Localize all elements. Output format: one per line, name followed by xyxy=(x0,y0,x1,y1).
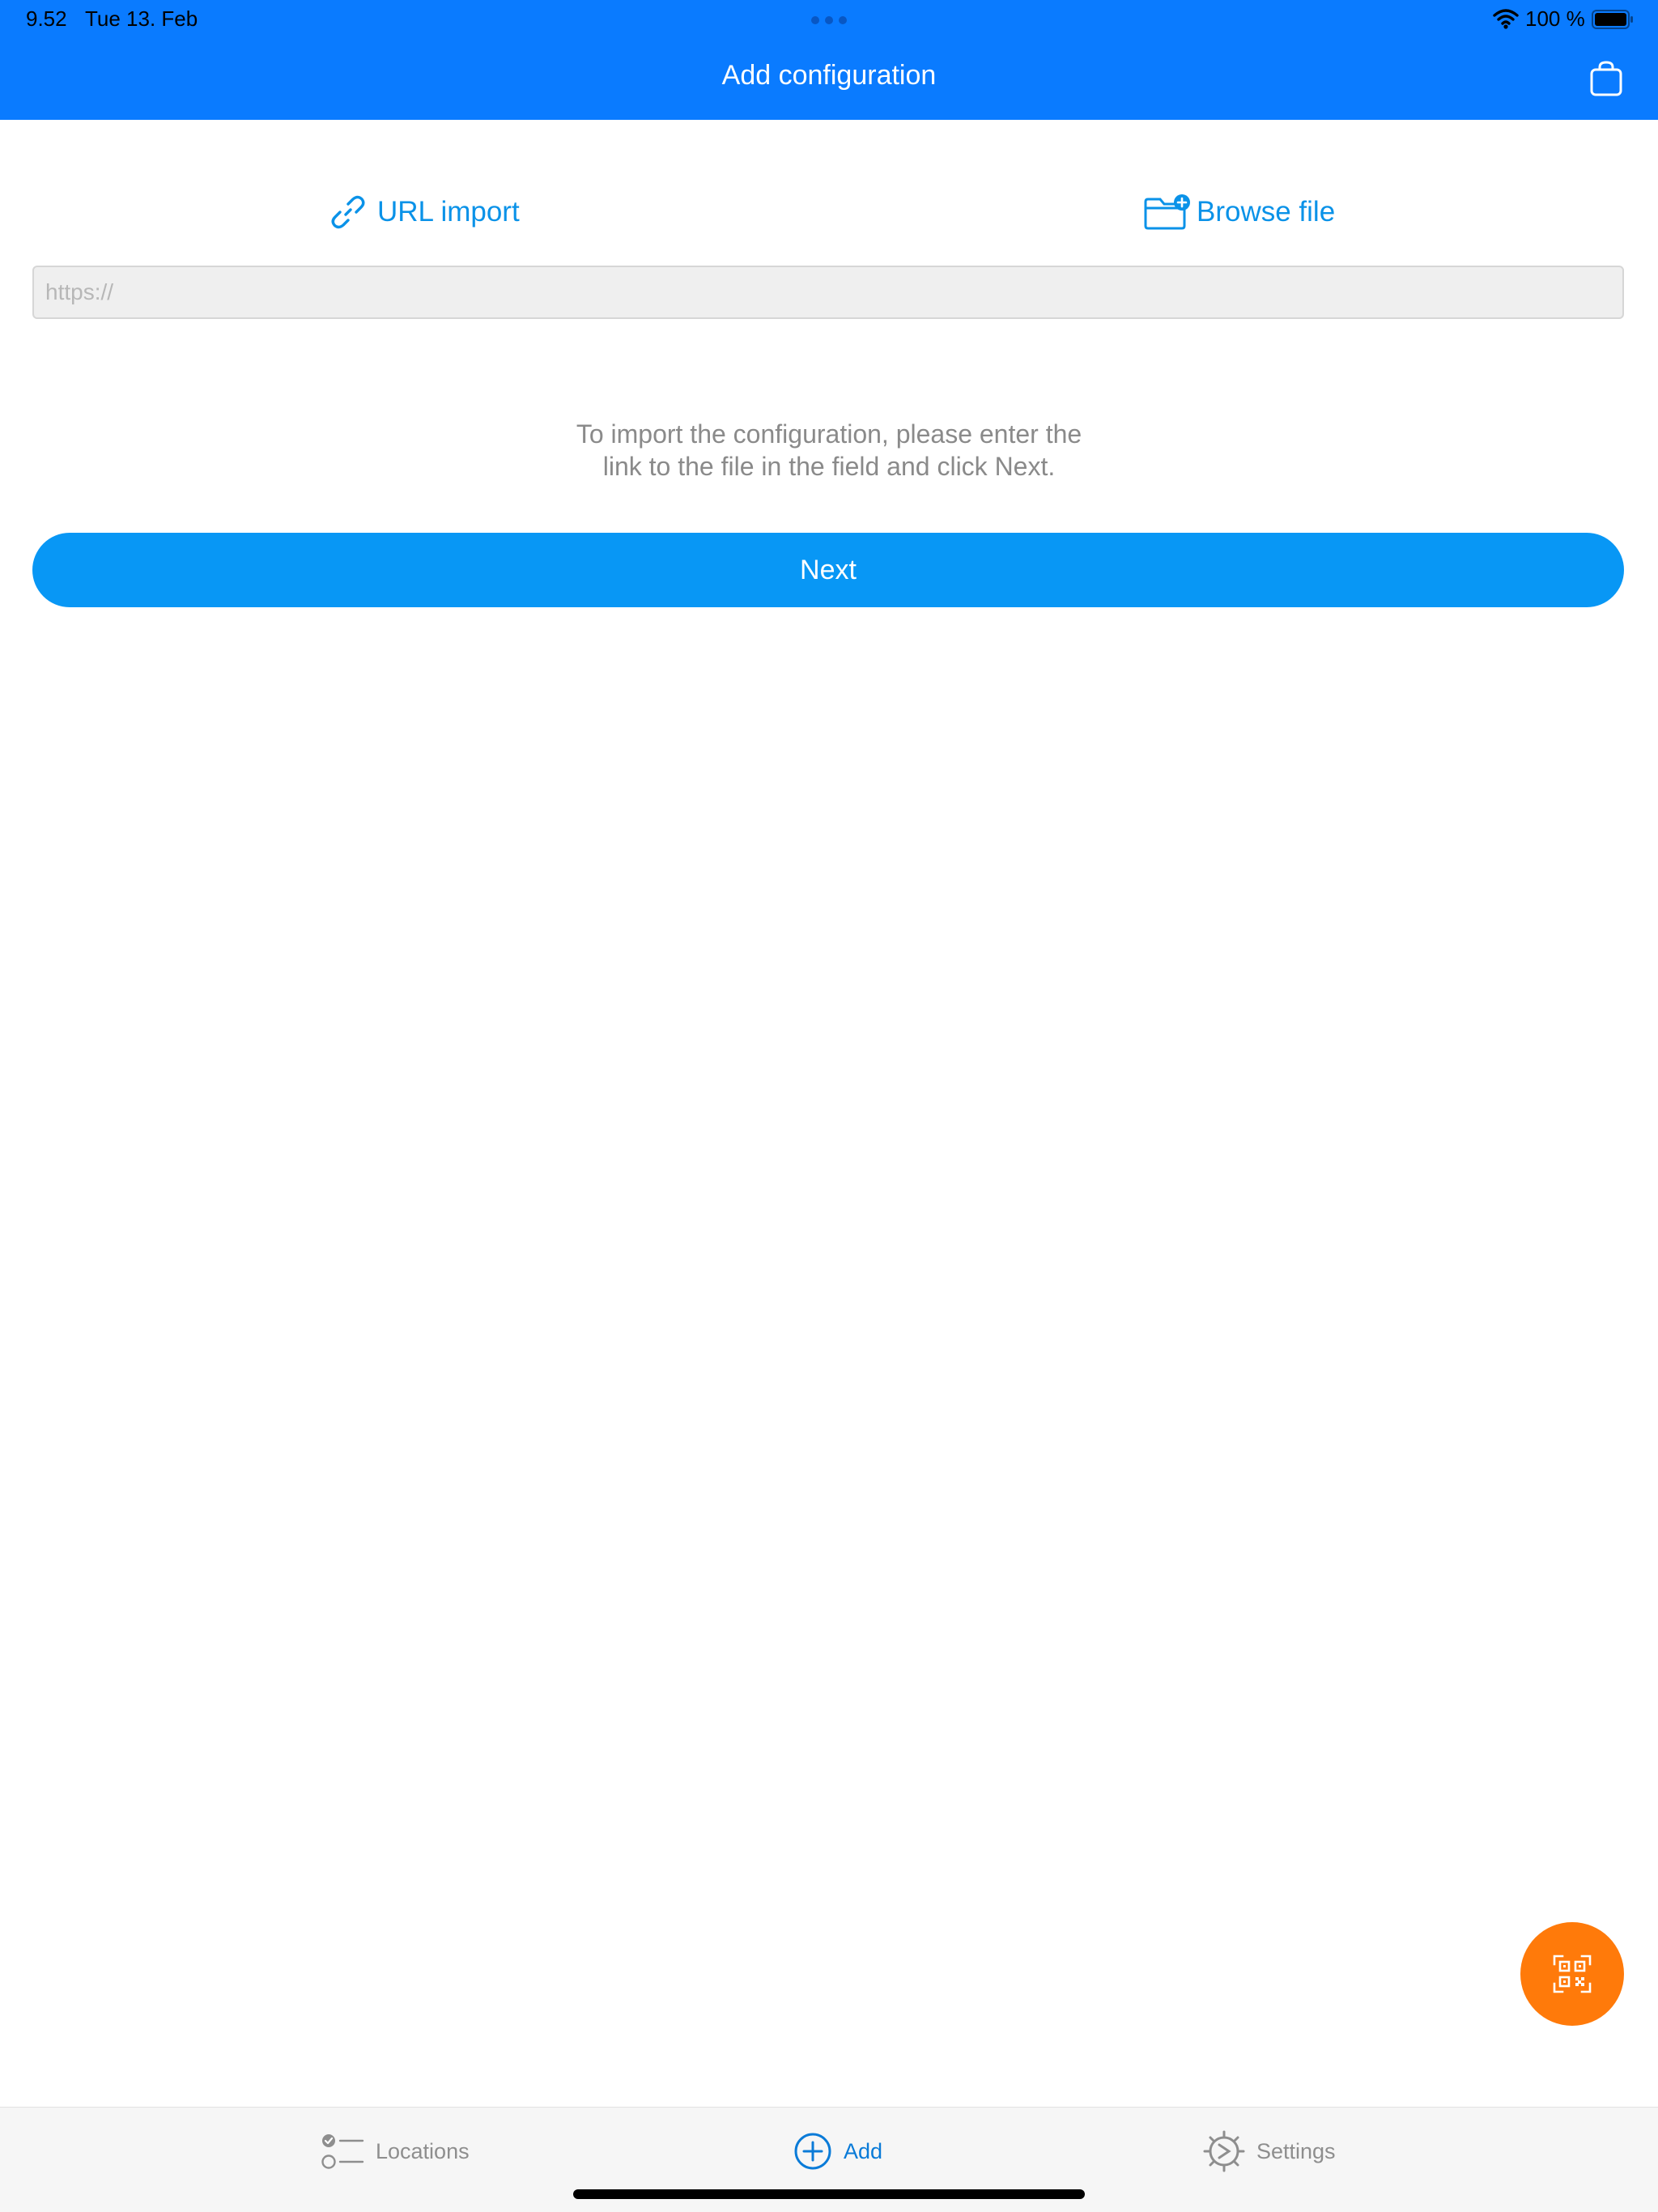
multitasking-dots-icon[interactable] xyxy=(811,16,847,24)
url-import-option[interactable]: URL import xyxy=(329,189,520,235)
status-time: 9.52 xyxy=(26,6,67,31)
tab-add[interactable]: Add xyxy=(793,2129,882,2174)
browse-file-option[interactable]: Browse file xyxy=(1143,189,1335,235)
shopping-bag-icon[interactable] xyxy=(1588,60,1624,97)
battery-icon xyxy=(1592,10,1633,29)
home-indicator[interactable] xyxy=(573,2189,1085,2199)
next-button-label: Next xyxy=(800,554,857,585)
tab-add-label: Add xyxy=(844,2138,883,2163)
page-title: Add configuration xyxy=(721,60,937,91)
instruction-line-1: To import the configuration, please ente… xyxy=(576,419,1082,449)
instruction-text: To import the configuration, please ente… xyxy=(465,418,1193,483)
qr-scan-button[interactable] xyxy=(1520,1922,1624,2026)
tab-locations-label: Locations xyxy=(376,2138,470,2163)
folder-add-icon xyxy=(1144,194,1190,230)
checklist-icon xyxy=(321,2134,364,2169)
url-import-label: URL import xyxy=(377,196,520,228)
tab-settings-label: Settings xyxy=(1256,2138,1336,2163)
wifi-icon xyxy=(1493,9,1519,29)
gear-icon xyxy=(1203,2130,1245,2172)
plus-circle-icon xyxy=(794,2133,831,2170)
next-button[interactable]: Next xyxy=(32,533,1624,607)
status-date: Tue 13. Feb xyxy=(85,6,198,31)
header-bar: 9.52 Tue 13. Feb 100 % Add configuration xyxy=(0,0,1658,120)
tab-settings[interactable]: Settings xyxy=(1203,2129,1336,2174)
battery-percentage: 100 % xyxy=(1525,6,1585,31)
browse-file-label: Browse file xyxy=(1197,196,1336,228)
link-icon xyxy=(331,195,365,229)
qr-code-icon xyxy=(1553,1955,1592,1993)
tab-locations[interactable]: Locations xyxy=(321,2129,470,2174)
url-input[interactable] xyxy=(32,266,1624,319)
instruction-line-2: link to the file in the field and click … xyxy=(602,452,1056,481)
